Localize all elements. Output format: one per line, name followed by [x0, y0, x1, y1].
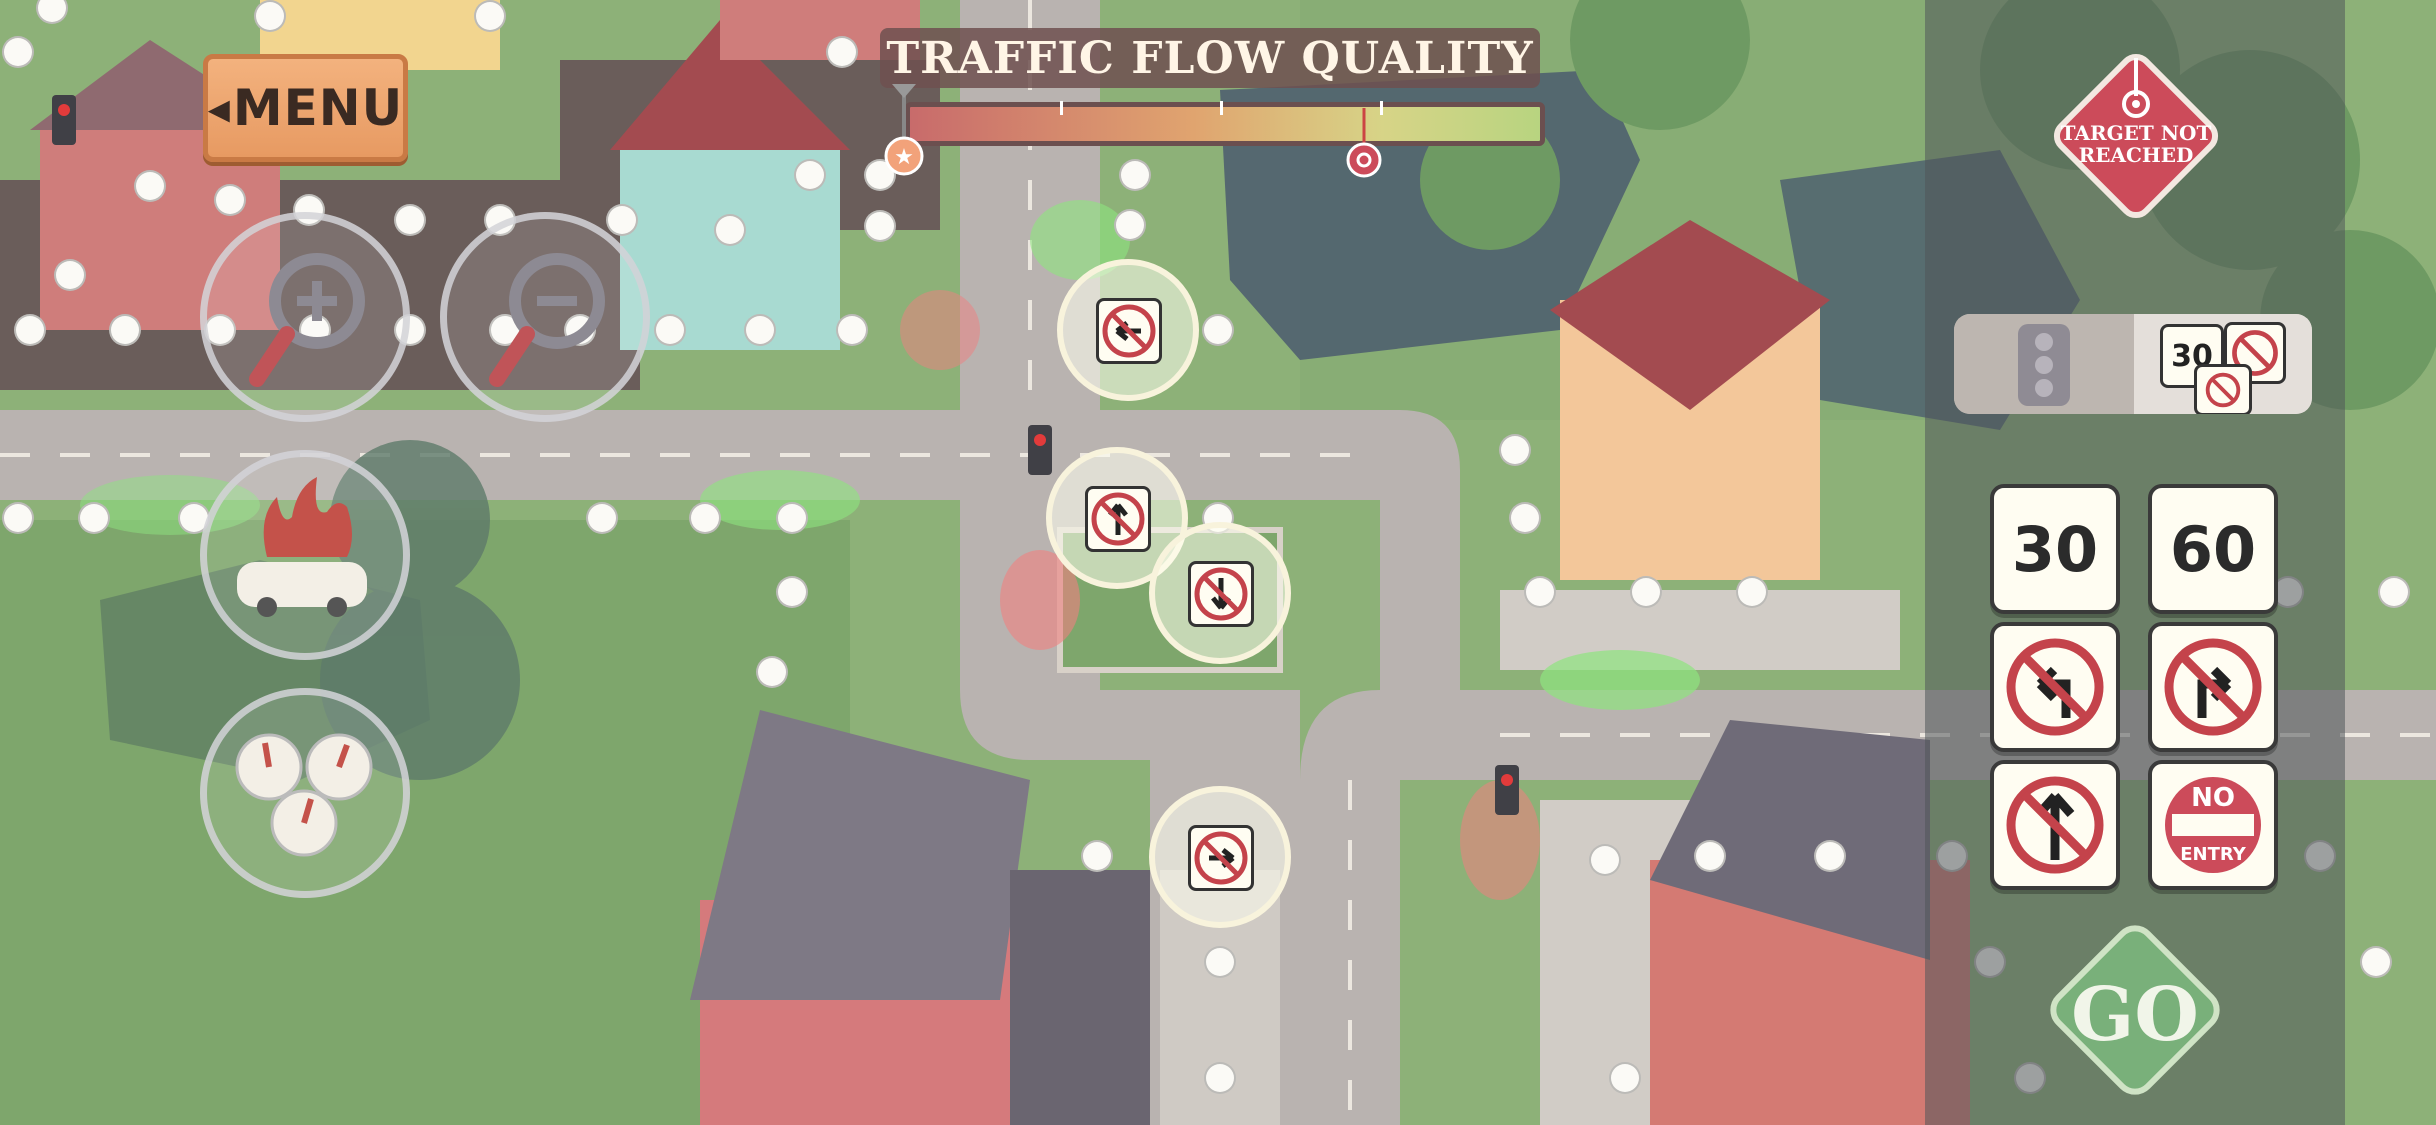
target-marker-icon — [1346, 108, 1382, 178]
mode-toggle[interactable]: 30 — [1954, 314, 2312, 414]
no-entry-icon: NO ENTRY — [2165, 777, 2261, 873]
speed-60-label: 60 — [2169, 512, 2257, 586]
waypoint-dot — [1114, 209, 1146, 241]
waypoint-dot — [54, 259, 86, 291]
waypoint-dot — [689, 502, 721, 534]
waypoint-dot — [2, 502, 34, 534]
waypoint-dot — [1204, 1062, 1236, 1094]
waypoint-dot — [654, 314, 686, 346]
toggle-no-straight-preview — [2194, 364, 2252, 414]
no-left-turn-icon — [2006, 638, 2104, 736]
accident-button[interactable] — [200, 450, 410, 660]
no-left-turn-sign[interactable] — [1990, 622, 2120, 752]
waypoint-dot — [2, 36, 34, 68]
burning-car-icon — [237, 477, 367, 617]
no-straight-icon — [1091, 492, 1145, 546]
bar-tick — [1220, 101, 1223, 115]
menu-button[interactable]: ◂ MENU — [203, 54, 408, 162]
no-right-turn-icon — [1194, 831, 1248, 885]
waypoint-dot — [2378, 576, 2410, 608]
signs-mode[interactable]: 30 — [2134, 314, 2312, 414]
waypoint-dot — [1119, 159, 1151, 191]
waypoint-dot — [864, 210, 896, 242]
menu-label: MENU — [232, 79, 404, 137]
no-straight-icon — [2006, 776, 2104, 874]
zoom-out-icon — [489, 253, 605, 387]
traffic-light-icon — [2018, 324, 2070, 406]
waypoint-dot — [1814, 840, 1846, 872]
no-right-turn-sign[interactable] — [2148, 622, 2278, 752]
back-arrow-icon: ◂ — [207, 82, 231, 134]
waypoint-dot — [109, 314, 141, 346]
waypoint-dot — [1630, 576, 1662, 608]
waypoint-dot — [586, 502, 618, 534]
start-star-marker-icon: ★ — [884, 84, 924, 176]
speed-gauges-button[interactable] — [200, 688, 410, 898]
bar-tick — [1060, 101, 1063, 115]
placed-no-down-sign[interactable] — [1149, 522, 1291, 664]
waypoint-dot — [756, 656, 788, 688]
gauge-icon — [235, 733, 373, 857]
waypoint-dot — [744, 314, 776, 346]
waypoint-dot — [776, 576, 808, 608]
waypoint-dot — [714, 214, 746, 246]
no-left-icon — [2205, 372, 2241, 408]
waypoint-dot — [474, 0, 506, 32]
no-entry-bottom-label: ENTRY — [2180, 844, 2247, 865]
waypoint-dot — [826, 36, 858, 68]
no-right-turn-icon — [2164, 638, 2262, 736]
target-line-1: TARGET NOT — [2060, 121, 2212, 145]
waypoint-dot — [1609, 1062, 1641, 1094]
waypoint-dot — [134, 170, 166, 202]
target-line-2: REACHED — [2078, 143, 2194, 167]
waypoint-dot — [14, 314, 46, 346]
no-straight-sign[interactable] — [1990, 760, 2120, 890]
no-left-turn-icon — [1102, 304, 1156, 358]
waypoint-dot — [2360, 946, 2392, 978]
zoom-in-icon — [249, 253, 365, 387]
speed-limit-30-sign[interactable]: 30 — [1990, 484, 2120, 614]
placed-no-left-turn-sign[interactable] — [1057, 259, 1199, 401]
waypoint-dot — [1204, 946, 1236, 978]
no-entry-top-label: NO — [2191, 783, 2235, 813]
waypoint-dot — [1509, 502, 1541, 534]
waypoint-dot — [214, 184, 246, 216]
waypoint-dot — [78, 502, 110, 534]
waypoint-dot — [1499, 434, 1531, 466]
waypoint-dot — [794, 159, 826, 191]
waypoint-dot — [1589, 844, 1621, 876]
waypoint-dot — [1202, 314, 1234, 346]
traffic-flow-bar — [905, 101, 1545, 146]
waypoint-dot — [1736, 576, 1768, 608]
traffic-light-mode[interactable] — [1954, 314, 2134, 414]
go-label: GO — [2071, 972, 2199, 1058]
speed-limit-60-sign[interactable]: 60 — [2148, 484, 2278, 614]
waypoint-dot — [776, 502, 808, 534]
waypoint-dot — [254, 0, 286, 32]
speed-30-label: 30 — [2011, 512, 2099, 586]
no-down-icon — [1194, 567, 1248, 621]
traffic-flow-title: TRAFFIC FLOW QUALITY — [880, 28, 1540, 88]
svg-text:★: ★ — [894, 145, 914, 170]
waypoint-dot — [1081, 840, 1113, 872]
zoom-out-button[interactable] — [440, 212, 650, 422]
no-entry-sign[interactable]: NO ENTRY — [2148, 760, 2278, 890]
waypoint-dot — [836, 314, 868, 346]
waypoint-dot — [1694, 840, 1726, 872]
zoom-in-button[interactable] — [200, 212, 410, 422]
target-status-text: TARGET NOT REACHED — [2046, 122, 2226, 166]
placed-no-right-turn-sign[interactable] — [1149, 786, 1291, 928]
waypoint-dot — [1524, 576, 1556, 608]
